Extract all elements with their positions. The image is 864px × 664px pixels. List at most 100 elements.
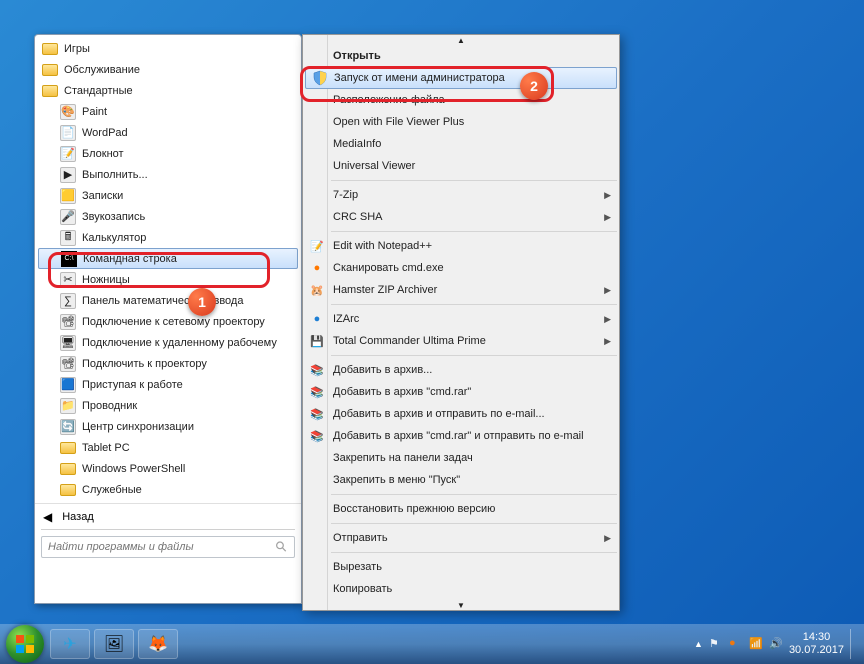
ctx-pin-start[interactable]: Закрепить в меню "Пуск" <box>303 469 619 491</box>
ctx-file-viewer-plus[interactable]: Open with File Viewer Plus <box>303 111 619 133</box>
ctx-pin-taskbar[interactable]: Закрепить на панели задач <box>303 447 619 469</box>
ctx-izarc[interactable]: ●IZArc▶ <box>303 308 619 330</box>
item-explorer[interactable]: 📁Проводник <box>38 395 298 416</box>
search-box[interactable] <box>41 536 295 558</box>
ctx-notepadpp[interactable]: 📝Edit with Notepad++ <box>303 235 619 257</box>
telegram-icon: ✈ <box>63 634 76 654</box>
item-label: Paint <box>82 106 107 118</box>
context-menu-scroll-down[interactable]: ▼ <box>303 600 619 610</box>
tray-expand-icon[interactable]: ▲ <box>694 639 703 649</box>
ctx-winrar-email[interactable]: 📚Добавить в архив и отправить по e-mail.… <box>303 403 619 425</box>
folder-tablet-pc[interactable]: Tablet PC <box>38 437 298 458</box>
network-icon[interactable]: 📶 <box>749 637 763 651</box>
back-button[interactable]: ◀ Назад <box>35 503 301 529</box>
folder-icon <box>42 43 58 55</box>
item-label: Подключение к удаленному рабочему <box>82 337 277 349</box>
item-label: Звукозапись <box>82 211 145 223</box>
ctx-label: Universal Viewer <box>333 160 415 172</box>
show-desktop-button[interactable] <box>850 629 858 659</box>
run-icon: ▶ <box>60 167 76 183</box>
taskbar-firefox[interactable]: 🦊 <box>138 629 178 659</box>
item-label: Центр синхронизации <box>82 421 194 433</box>
search-input[interactable] <box>48 541 275 553</box>
item-remote-desktop[interactable]: 🖥Подключение к удаленному рабочему <box>38 332 298 353</box>
item-snipping[interactable]: ✂Ножницы <box>38 269 298 290</box>
ctx-winrar-add[interactable]: 📚Добавить в архив... <box>303 359 619 381</box>
start-button[interactable] <box>6 625 44 663</box>
back-label: Назад <box>62 511 94 523</box>
volume-icon[interactable]: 🔊 <box>769 637 783 651</box>
item-label: Подключить к проектору <box>82 358 207 370</box>
ctx-label: CRC SHA <box>333 211 383 223</box>
ctx-label: Расположение файла <box>333 94 445 106</box>
item-notepad[interactable]: 📝Блокнот <box>38 143 298 164</box>
item-getting-started[interactable]: 🟦Приступая к работе <box>38 374 298 395</box>
context-menu-scroll-up[interactable]: ▲ <box>303 35 619 45</box>
ctx-label: MediaInfo <box>333 138 381 150</box>
item-calculator[interactable]: 🖩Калькулятор <box>38 227 298 248</box>
item-network-projector[interactable]: 📽Подключение к сетевому проектору <box>38 311 298 332</box>
ctx-crc-sha[interactable]: CRC SHA▶ <box>303 206 619 228</box>
folder-label: Стандартные <box>64 85 133 97</box>
getting-started-icon: 🟦 <box>60 377 76 393</box>
item-label: Служебные <box>82 484 142 496</box>
ctx-copy[interactable]: Копировать <box>303 578 619 600</box>
ctx-mediainfo[interactable]: MediaInfo <box>303 133 619 155</box>
item-wordpad[interactable]: 📄WordPad <box>38 122 298 143</box>
item-paint[interactable]: 🎨Paint <box>38 101 298 122</box>
item-math-input[interactable]: ∑Панель математического ввода <box>38 290 298 311</box>
taskbar: ✈ 🖼 🦊 ▲ ⚑ ● 📶 🔊 14:30 30.07.2017 <box>0 624 864 664</box>
chevron-right-icon: ▶ <box>604 314 611 325</box>
snipping-icon: ✂ <box>60 272 76 288</box>
folder-maintenance[interactable]: Обслуживание <box>38 59 298 80</box>
taskbar-clock[interactable]: 14:30 30.07.2017 <box>789 631 844 657</box>
context-menu: ▲ Открыть Запуск от имени администратора… <box>302 34 620 611</box>
taskbar-telegram[interactable]: ✈ <box>50 629 90 659</box>
folder-games[interactable]: Игры <box>38 38 298 59</box>
sticky-notes-icon: 🟨 <box>60 188 76 204</box>
folder-icon <box>60 463 76 475</box>
ctx-cut[interactable]: Вырезать <box>303 556 619 578</box>
folder-accessories[interactable]: Стандартные <box>38 80 298 101</box>
start-menu: Игры Обслуживание Стандартные 🎨Paint 📄Wo… <box>34 34 302 604</box>
item-sync-center[interactable]: 🔄Центр синхронизации <box>38 416 298 437</box>
ctx-file-location[interactable]: Расположение файла <box>303 89 619 111</box>
ctx-separator <box>331 304 617 305</box>
ctx-total-commander[interactable]: 💾Total Commander Ultima Prime▶ <box>303 330 619 352</box>
ctx-7zip[interactable]: 7-Zip▶ <box>303 184 619 206</box>
ctx-separator <box>331 494 617 495</box>
avast-tray-icon[interactable]: ● <box>729 637 743 651</box>
item-sound-recorder[interactable]: 🎤Звукозапись <box>38 206 298 227</box>
flag-icon[interactable]: ⚑ <box>709 637 723 651</box>
folder-icon <box>60 442 76 454</box>
ctx-separator <box>331 231 617 232</box>
ctx-send-to[interactable]: Отправить▶ <box>303 527 619 549</box>
system-tray: ▲ ⚑ ● 📶 🔊 14:30 30.07.2017 <box>694 629 858 659</box>
ctx-label: Открыть <box>333 50 381 62</box>
ctx-hamster-zip[interactable]: 🐹Hamster ZIP Archiver▶ <box>303 279 619 301</box>
item-label: Windows PowerShell <box>82 463 185 475</box>
chevron-down-icon: ▼ <box>457 601 465 610</box>
ctx-label: Сканировать cmd.exe <box>333 262 444 274</box>
shield-icon <box>312 70 328 86</box>
ctx-universal-viewer[interactable]: Universal Viewer <box>303 155 619 177</box>
item-connect-projector[interactable]: 📽Подключить к проектору <box>38 353 298 374</box>
item-command-prompt[interactable]: C:\Командная строка <box>38 248 298 269</box>
ctx-restore-previous[interactable]: Восстановить прежнюю версию <box>303 498 619 520</box>
ctx-label: Отправить <box>333 532 388 544</box>
ctx-avast-scan[interactable]: ●Сканировать cmd.exe <box>303 257 619 279</box>
folder-powershell[interactable]: Windows PowerShell <box>38 458 298 479</box>
item-run[interactable]: ▶Выполнить... <box>38 164 298 185</box>
math-input-icon: ∑ <box>60 293 76 309</box>
item-sticky-notes[interactable]: 🟨Записки <box>38 185 298 206</box>
ctx-label: Добавить в архив... <box>333 364 432 376</box>
ctx-label: Добавить в архив и отправить по e-mail..… <box>333 408 545 420</box>
ctx-separator <box>331 523 617 524</box>
folder-system-tools[interactable]: Служебные <box>38 479 298 500</box>
back-arrow-icon: ◀ <box>43 510 52 524</box>
ctx-open[interactable]: Открыть <box>303 45 619 67</box>
taskbar-app[interactable]: 🖼 <box>94 629 134 659</box>
ctx-run-as-admin[interactable]: Запуск от имени администратора <box>305 67 617 89</box>
ctx-winrar-add-named[interactable]: 📚Добавить в архив "cmd.rar" <box>303 381 619 403</box>
ctx-winrar-named-email[interactable]: 📚Добавить в архив "cmd.rar" и отправить … <box>303 425 619 447</box>
